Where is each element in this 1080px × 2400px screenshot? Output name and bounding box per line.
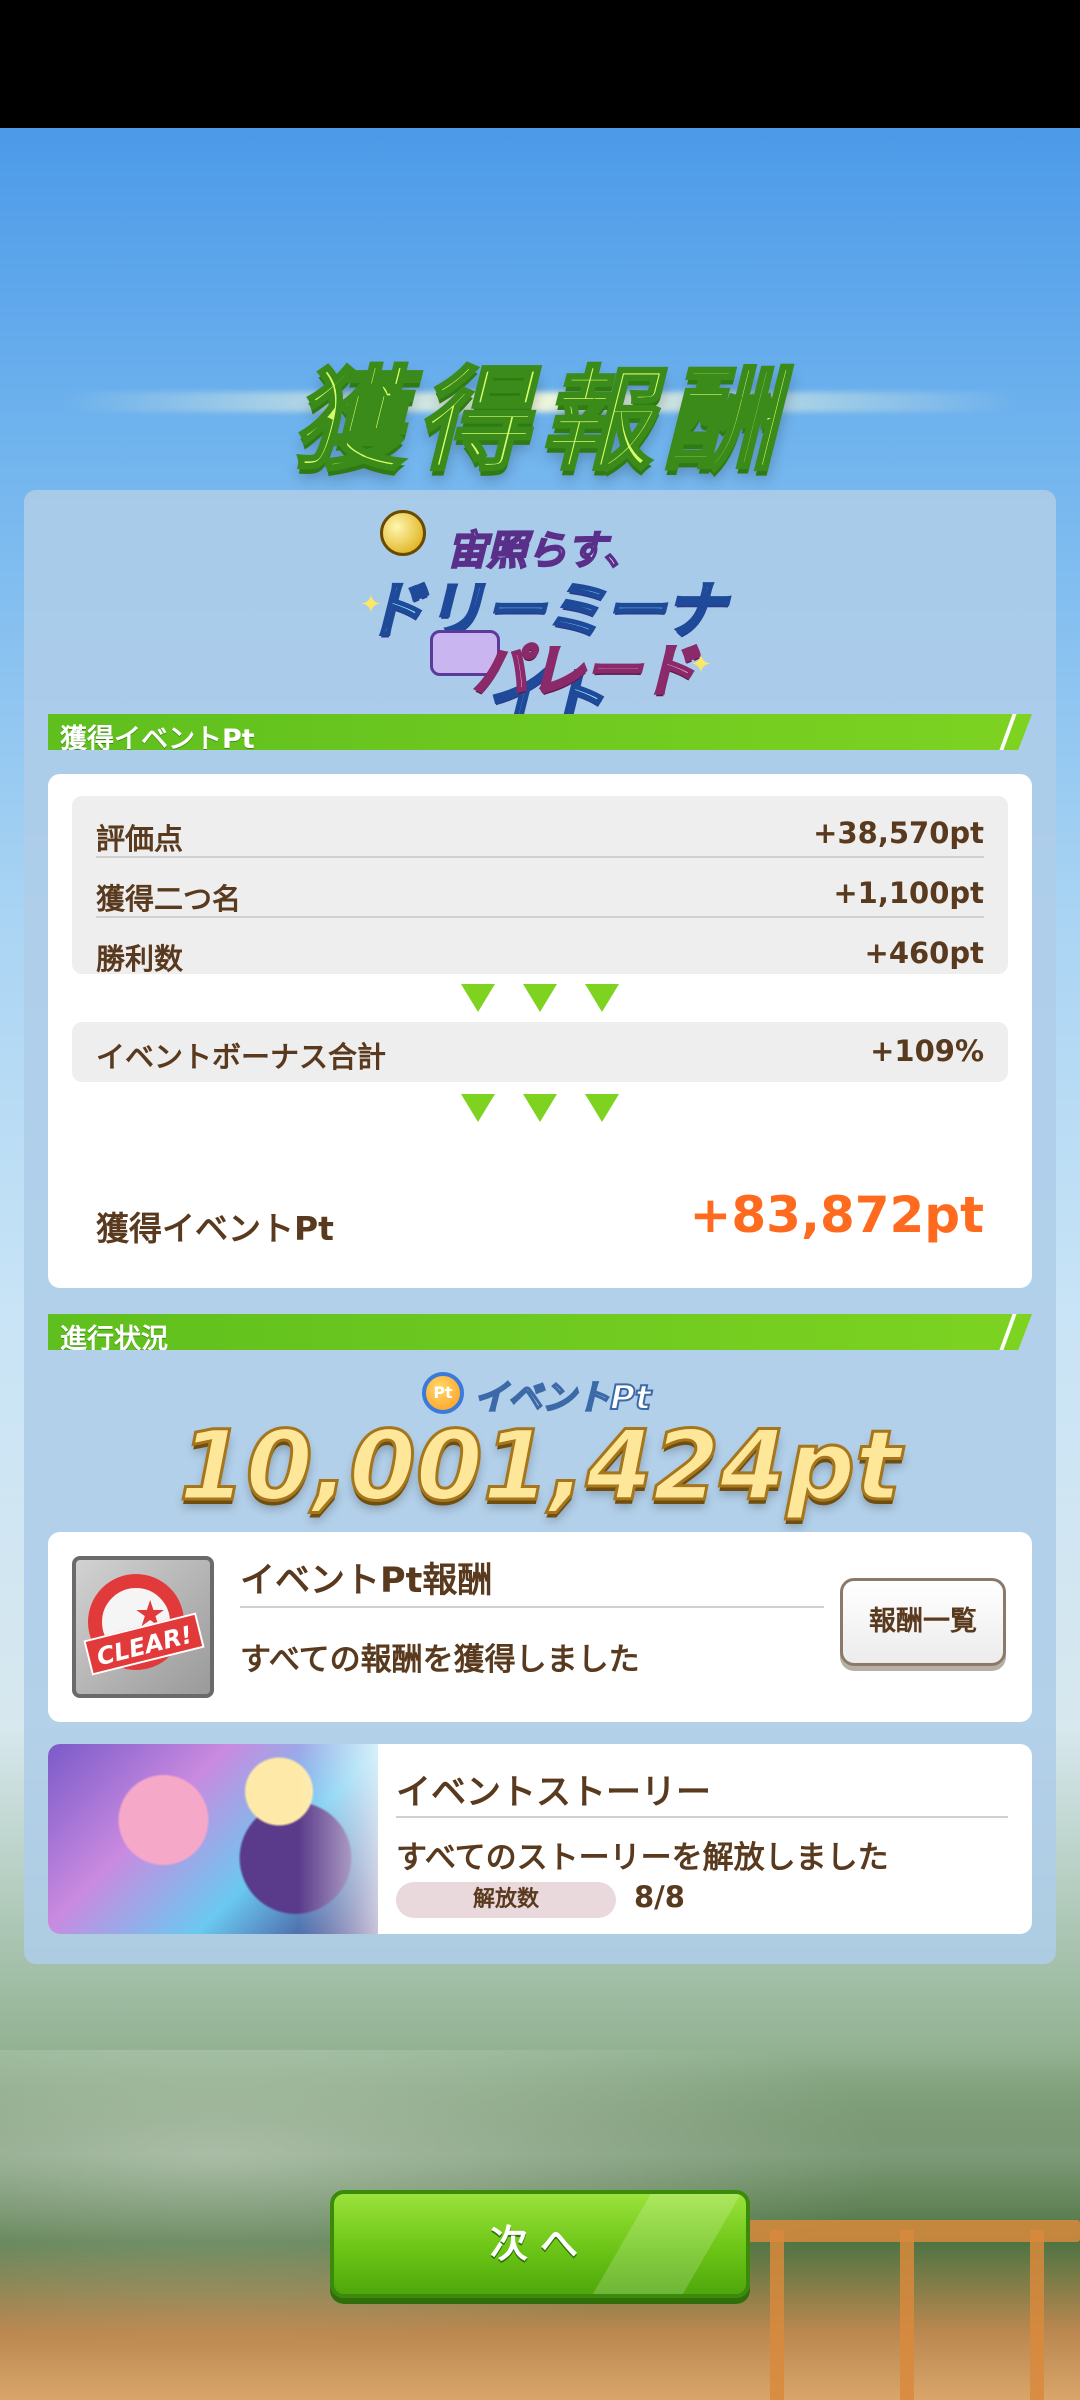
arrow-indicators — [48, 984, 1032, 1016]
status-bar-area — [0, 0, 1080, 128]
down-arrow-icon — [585, 1094, 619, 1122]
down-arrow-icon — [523, 1094, 557, 1122]
event-story-title: イベントストーリー — [396, 1773, 712, 1813]
points-section-header: 獲得イベントPt — [48, 714, 1032, 750]
next-button-label: 次へ — [489, 2222, 590, 2266]
fence-post — [770, 2230, 784, 2400]
down-arrow-icon — [461, 984, 495, 1012]
reward-list-button[interactable]: 報酬一覧 — [840, 1578, 1006, 1666]
points-row-title: 獲得二つ名 +1,100pt — [96, 864, 984, 922]
points-row-value: +38,570pt — [813, 816, 984, 850]
points-row-label: 勝利数 — [96, 942, 184, 976]
story-banner-fade — [298, 1744, 408, 1934]
sparkle-icon: ✦ — [690, 650, 712, 680]
down-arrow-icon — [585, 984, 619, 1012]
points-card: 評価点 +38,570pt 獲得二つ名 +1,100pt 勝利数 +460pt … — [48, 774, 1032, 1288]
event-pt-total: 10,001,424pt — [178, 1409, 903, 1524]
event-logo-line3: パレード — [472, 638, 699, 706]
row-divider — [396, 1816, 1008, 1818]
event-pt-icon: Pt — [422, 1372, 464, 1414]
unlock-count-label: 解放数 — [396, 1882, 616, 1918]
points-row-score: 評価点 +38,570pt — [96, 804, 984, 862]
total-points-value: +83,872pt — [689, 1186, 984, 1244]
row-divider — [96, 856, 984, 858]
arrow-indicators — [48, 1094, 1032, 1126]
unlock-count-value: 8/8 — [634, 1880, 685, 1914]
pt-reward-card: ★ CLEAR! イベントPt報酬 すべての報酬を獲得しました 報酬一覧 — [48, 1532, 1032, 1722]
event-story-status: すべてのストーリーを解放しました — [396, 1840, 889, 1876]
points-row-wins: 勝利数 +460pt — [96, 924, 984, 982]
sparkle-icon: ✦ — [360, 590, 382, 620]
row-divider — [240, 1606, 824, 1608]
points-row-value: +460pt — [864, 936, 984, 970]
down-arrow-icon — [461, 1094, 495, 1122]
fence-post — [1030, 2230, 1044, 2400]
row-divider — [96, 916, 984, 918]
points-row-value: +1,100pt — [833, 876, 984, 910]
clear-badge-icon: ★ CLEAR! — [72, 1556, 214, 1698]
total-points-label: 獲得イベントPt — [96, 1209, 334, 1248]
event-logo: 宙照らす、 ドリーミーナイト パレード ✦ ✦ — [360, 500, 730, 735]
points-row-label: 評価点 — [96, 822, 184, 856]
progress-section-header: 進行状況 — [48, 1314, 1032, 1350]
event-bonus-value: +109% — [870, 1034, 984, 1068]
event-bonus-row: イベントボーナス合計 +109% — [72, 1022, 1008, 1082]
page-title: 獲得報酬 — [291, 355, 788, 488]
event-bonus-label: イベントボーナス合計 — [96, 1040, 387, 1074]
down-arrow-icon — [523, 984, 557, 1012]
pt-reward-status: すべての報酬を獲得しました — [240, 1642, 640, 1678]
next-button[interactable]: 次へ — [330, 2190, 750, 2298]
points-row-label: 獲得二つ名 — [96, 882, 242, 916]
fence-post — [900, 2230, 914, 2400]
event-story-card[interactable]: イベントストーリー すべてのストーリーを解放しました 解放数 8/8 — [48, 1744, 1032, 1934]
pt-reward-title: イベントPt報酬 — [240, 1561, 493, 1601]
